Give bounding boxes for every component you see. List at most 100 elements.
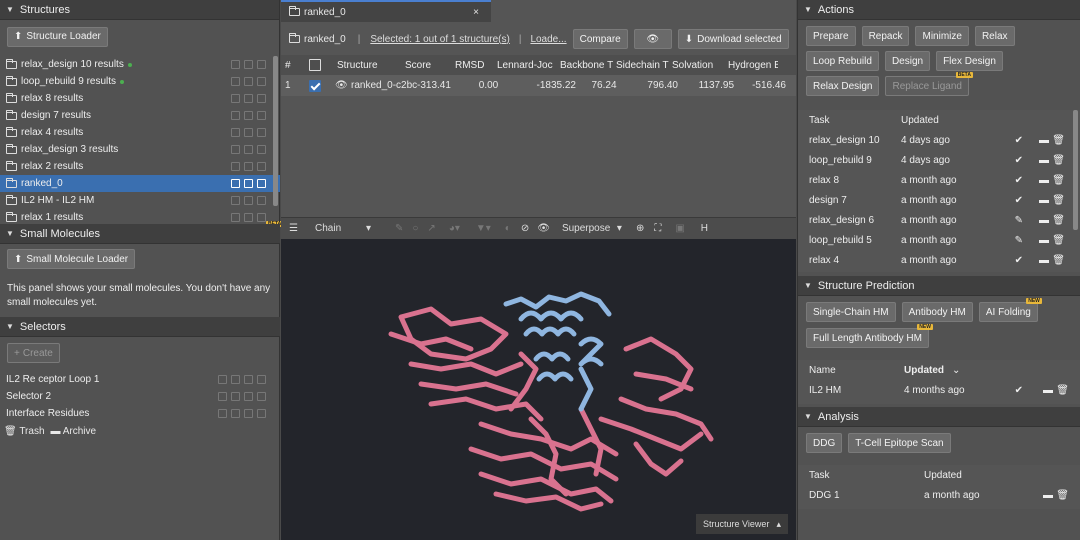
structure-folder[interactable]: design 7 results	[0, 107, 280, 124]
tab-ranked-0[interactable]: ranked_0 ×	[281, 0, 491, 22]
create-selector-button[interactable]: + Create	[7, 343, 60, 363]
archive-icon[interactable]: ▬	[1039, 135, 1049, 146]
prediction-button[interactable]: Single-Chain HM	[806, 302, 896, 322]
action-button[interactable]: Repack	[861, 26, 910, 46]
trash-link[interactable]: 🗑 Trash	[4, 426, 45, 437]
trash-icon[interactable]: 🗑	[1052, 215, 1065, 226]
small-molecule-loader-button[interactable]: ⬆ Small Molecule Loader	[7, 249, 136, 269]
column-header[interactable]: Solvation	[670, 60, 726, 71]
table-row[interactable]: relax 8 a month ago ✔ ▬ 🗑	[798, 170, 1080, 190]
table-row[interactable]: relax_design 10 4 days ago ✔ ▬ 🗑	[798, 130, 1080, 150]
archive-icon[interactable]: ▬	[1039, 195, 1049, 206]
archive-icon[interactable]	[244, 128, 253, 137]
archive-icon[interactable]	[244, 60, 253, 69]
structure-viewer-toggle[interactable]: Structure Viewer ▴	[696, 514, 788, 534]
structure-name[interactable]: ranked_0-c2bc	[351, 80, 417, 91]
trash-icon[interactable]	[257, 111, 266, 120]
column-header[interactable]: #	[281, 60, 307, 71]
archive-icon[interactable]	[244, 196, 253, 205]
column-header[interactable]: RMSD	[453, 60, 495, 71]
trash-icon[interactable]	[257, 77, 266, 86]
archive-icon[interactable]	[244, 375, 253, 384]
eye-icon[interactable]: 👁	[537, 223, 550, 234]
trash-icon[interactable]	[257, 60, 266, 69]
small-molecules-header[interactable]: ▼ Small Molecules	[0, 224, 280, 244]
structure-folder[interactable]: loop_rebuild 9 results	[0, 73, 280, 90]
prediction-button[interactable]: AI Folding	[978, 302, 1038, 322]
trash-icon[interactable]: 🗑	[1052, 135, 1065, 146]
trash-icon[interactable]: 🗑	[1052, 155, 1065, 166]
hydrogen-toggle[interactable]: H	[701, 223, 708, 234]
prediction-button[interactable]: Antibody HM	[901, 302, 973, 322]
action-button[interactable]: Design	[884, 51, 931, 71]
archive-icon[interactable]	[244, 77, 253, 86]
trash-icon[interactable]	[257, 162, 266, 171]
archive-icon[interactable]: ▬	[1043, 385, 1053, 396]
structures-header[interactable]: ▼ Structures	[0, 0, 279, 20]
edit-icon[interactable]	[231, 162, 240, 171]
selector-item[interactable]: Selector 2	[0, 388, 280, 405]
archive-icon[interactable]	[244, 145, 253, 154]
trash-icon[interactable]: 🗑	[1056, 385, 1069, 396]
selector-item[interactable]: Interface Residues	[0, 405, 280, 422]
archive-icon[interactable]	[244, 111, 253, 120]
edit-icon[interactable]	[231, 213, 240, 222]
trash-icon[interactable]	[257, 145, 266, 154]
close-tab-icon[interactable]: ×	[473, 7, 479, 18]
table-row[interactable]: loop_rebuild 9 4 days ago ✔ ▬ 🗑	[798, 150, 1080, 170]
trash-icon[interactable]	[257, 409, 266, 418]
structure-folder[interactable]: relax 2 results	[0, 158, 280, 175]
structure-folder[interactable]: ranked_0	[0, 175, 280, 192]
updated-sort-header[interactable]: Updated	[904, 365, 944, 376]
target-icon[interactable]: ⊕	[636, 223, 644, 234]
superpose-dropdown[interactable]: Superpose ▾	[562, 223, 622, 234]
task-scrollbar[interactable]	[1073, 110, 1078, 230]
tree-scrollbar[interactable]	[273, 56, 278, 206]
chain-dropdown[interactable]: Chain ▾	[315, 223, 371, 234]
selector-item[interactable]: IL2 Re ceptor Loop 1	[0, 371, 280, 388]
action-button[interactable]: Flex Design	[936, 51, 1003, 71]
actions-header[interactable]: ▼ Actions	[798, 0, 1080, 20]
column-header[interactable]: Structure	[335, 60, 403, 71]
trash-icon[interactable]	[257, 179, 266, 188]
menu-icon[interactable]: ☰	[281, 223, 301, 234]
action-button[interactable]: Prepare	[806, 26, 856, 46]
structure-prediction-header[interactable]: ▼ Structure Prediction	[798, 276, 1080, 296]
edit-icon[interactable]	[231, 77, 240, 86]
structure-loader-button[interactable]: ⬆ Structure Loader	[7, 26, 108, 47]
column-header[interactable]: Score	[403, 60, 453, 71]
column-header[interactable]: Lennard-Joᴄ	[495, 60, 558, 71]
visibility-button[interactable]: 👁	[633, 29, 672, 49]
edit-icon[interactable]	[218, 375, 227, 384]
action-button[interactable]: Relax	[974, 26, 1015, 46]
trash-icon[interactable]	[257, 196, 266, 205]
structure-folder[interactable]: relax_design 3 results	[0, 141, 280, 158]
table-row[interactable]: 1 👁 ranked_0-c2bc -313.41 0.00 -1835.22 …	[281, 75, 796, 96]
edit-icon[interactable]	[218, 392, 227, 401]
trash-icon[interactable]	[257, 94, 266, 103]
structure-folder[interactable]: relax 1 results	[0, 209, 280, 222]
trash-icon[interactable]	[257, 128, 266, 137]
trash-icon[interactable]: 🗑	[1056, 490, 1069, 501]
archive-icon[interactable]: ▬	[1043, 490, 1053, 501]
selected-count-link[interactable]: Selected: 1 out of 1 structure(s)	[370, 34, 510, 45]
archive-icon[interactable]	[244, 392, 253, 401]
edit-icon[interactable]	[231, 145, 240, 154]
trash-icon[interactable]	[257, 375, 266, 384]
table-row[interactable]: IL2 HM 4 months ago ✔ ▬ 🗑	[798, 380, 1080, 400]
table-row[interactable]: relax_design 6 a month ago ✎ ▬ 🗑	[798, 210, 1080, 230]
archive-icon[interactable]	[244, 162, 253, 171]
table-row[interactable]: relax 4 a month ago ✔ ▬ 🗑	[798, 250, 1080, 270]
chevron-down-icon[interactable]: ⌄	[952, 365, 960, 376]
copy-icon[interactable]	[231, 409, 240, 418]
eye-icon[interactable]: 👁	[335, 80, 351, 91]
column-header[interactable]: Backbone T	[558, 60, 614, 71]
fullscreen-icon[interactable]: ⛶	[654, 223, 661, 234]
trash-icon[interactable]: 🗑	[1052, 195, 1065, 206]
action-button[interactable]: Minimize	[915, 26, 969, 46]
edit-icon[interactable]	[231, 60, 240, 69]
trash-icon[interactable]	[257, 392, 266, 401]
archive-icon[interactable]: ▬	[1039, 175, 1049, 186]
action-button[interactable]: Loop Rebuild	[806, 51, 879, 71]
archive-icon[interactable]: ▬	[1039, 235, 1049, 246]
